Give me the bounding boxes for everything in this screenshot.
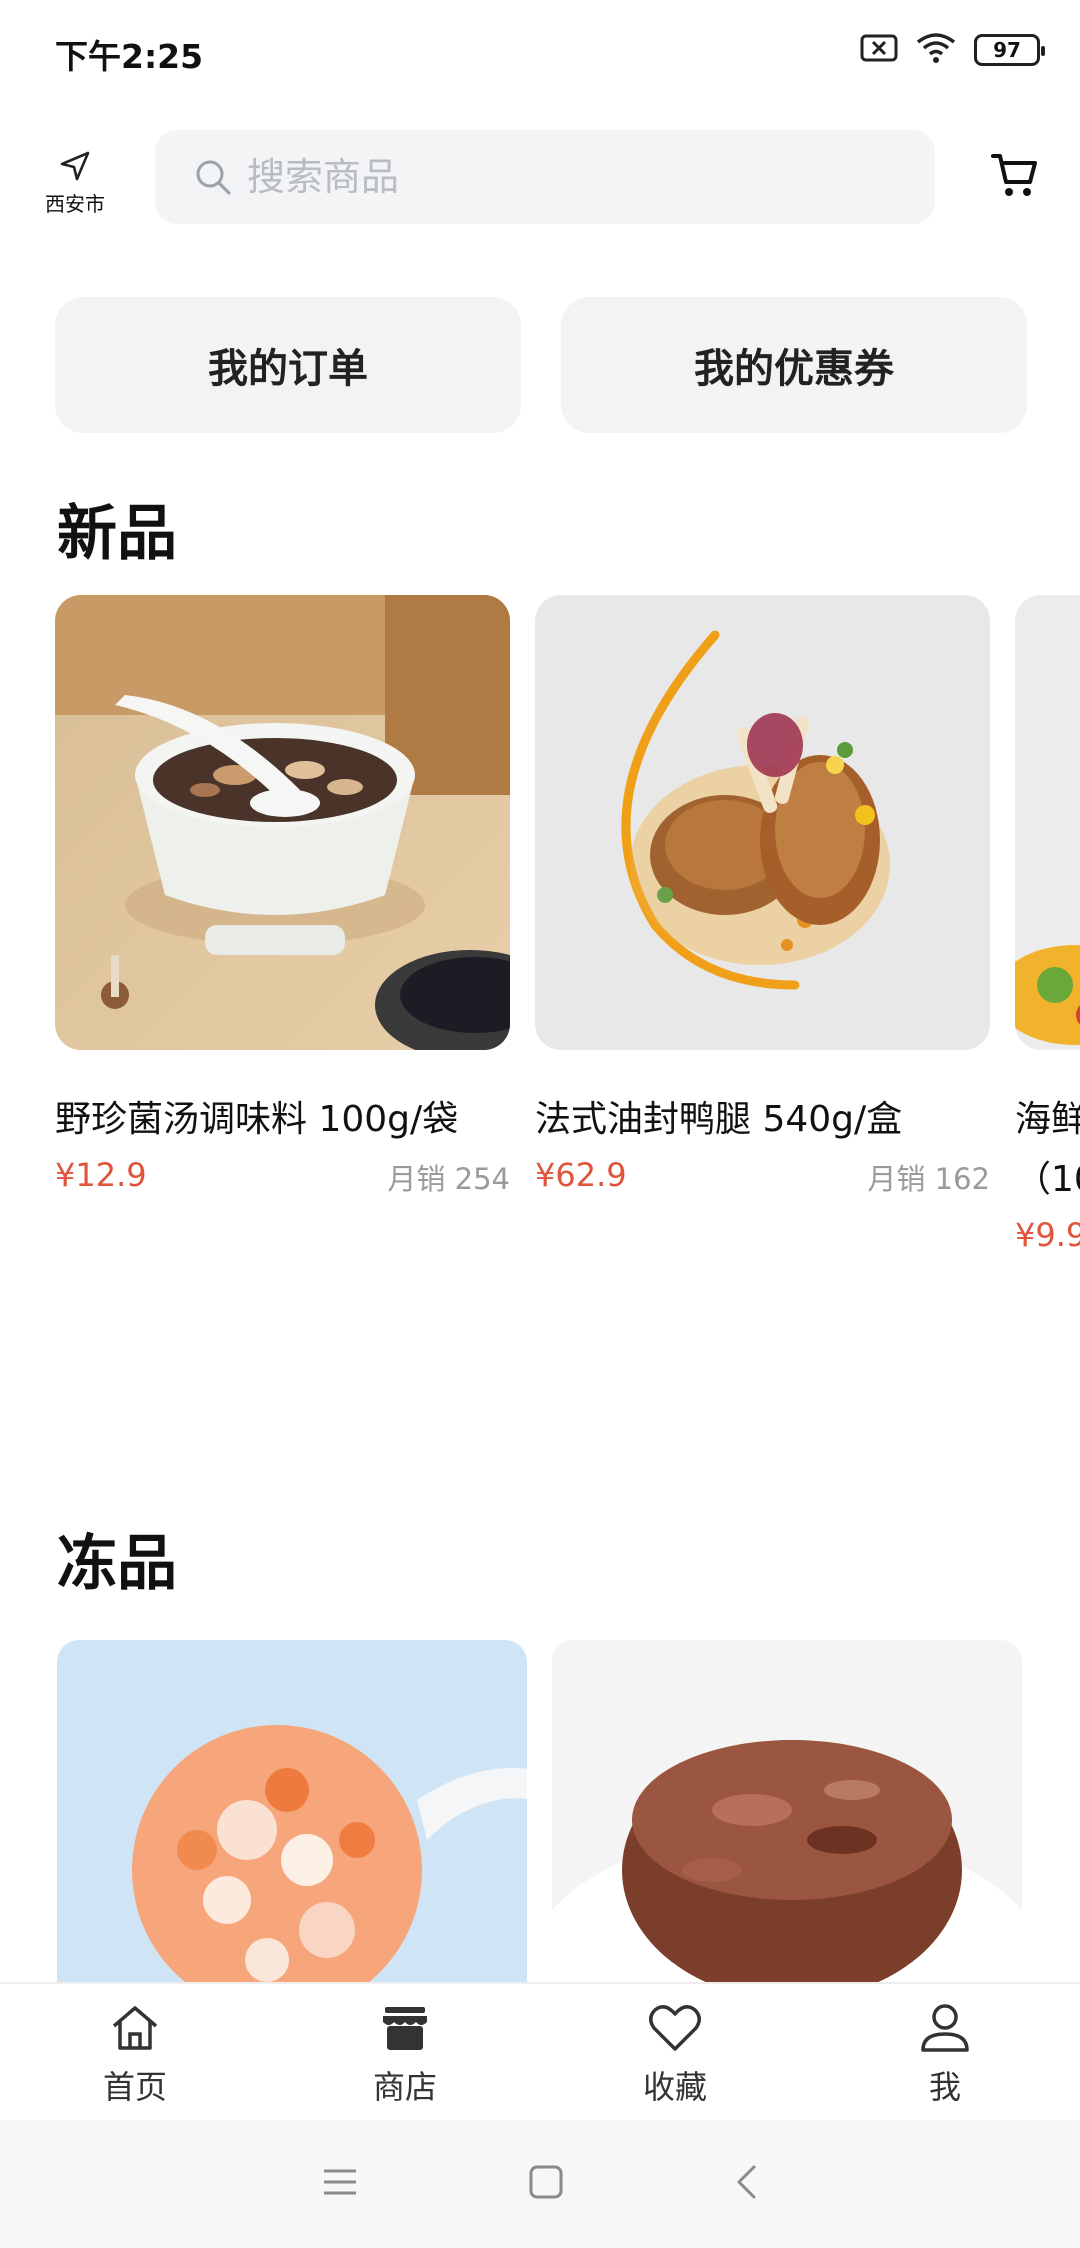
product-sales: 月销 254: [387, 1162, 510, 1196]
search-bar[interactable]: [155, 130, 935, 224]
menu-icon[interactable]: [322, 2166, 358, 2202]
product-card[interactable]: 法式油封鸭腿 540g/盒 ¥62.9 月销 162: [535, 595, 990, 1198]
tab-favorites[interactable]: 收藏: [540, 1984, 810, 2119]
product-image: [57, 1640, 527, 1985]
product-image: [552, 1640, 1022, 1985]
home-icon: [112, 2006, 158, 2050]
cart-button[interactable]: [990, 150, 1040, 204]
app-screen: 下午2:25 97 西安市 我的订单 我的优惠券 新品: [0, 0, 1080, 2248]
home-square-icon[interactable]: [528, 2164, 564, 2204]
status-icons: 97: [860, 32, 1045, 68]
product-meta: ¥9.9: [1015, 1216, 1080, 1254]
location-label: 西安市: [45, 192, 105, 216]
quick-actions: 我的订单 我的优惠券: [55, 297, 1027, 433]
tab-home[interactable]: 首页: [0, 1984, 270, 2119]
user-icon: [921, 2004, 969, 2052]
tab-shop-label: 商店: [372, 2068, 437, 2106]
product-sales: 月销 162: [867, 1162, 990, 1196]
tab-shop[interactable]: 商店: [270, 1984, 540, 2119]
header: 西安市: [0, 120, 1080, 230]
search-input[interactable]: [247, 155, 847, 199]
product-name-line2: （10: [1015, 1159, 1080, 1200]
frozen-product-card[interactable]: [57, 1640, 527, 1985]
product-meta: ¥12.9 月销 254: [55, 1156, 510, 1198]
frozen-product-card[interactable]: [552, 1640, 1022, 1985]
location-selector[interactable]: 西安市: [40, 150, 110, 217]
my-orders-button[interactable]: 我的订单: [55, 297, 521, 433]
product-name: 海鲜: [1015, 1099, 1080, 1140]
navigation-arrow-icon: [60, 151, 90, 181]
product-card[interactable]: 野珍菌汤调味料 100g/袋 ¥12.9 月销 254: [55, 595, 510, 1198]
product-card[interactable]: 海鲜 （10 ¥9.9: [1015, 595, 1080, 1254]
tab-me[interactable]: 我: [810, 1984, 1080, 2119]
status-bar: 下午2:25 97: [0, 0, 1080, 100]
tab-home-label: 首页: [102, 2068, 167, 2106]
wifi-icon: [916, 32, 956, 68]
shop-icon: [383, 2007, 427, 2050]
product-meta: ¥62.9 月销 162: [535, 1156, 990, 1198]
bottom-tab-bar: 首页 商店 收藏 我: [0, 1982, 1080, 2119]
search-icon: [196, 160, 231, 195]
battery-icon: 97: [974, 34, 1045, 66]
product-name: 野珍菌汤调味料 100g/袋: [55, 1099, 459, 1140]
section-title-frozen: 冻品: [57, 1529, 177, 1599]
my-coupons-button[interactable]: 我的优惠券: [561, 297, 1027, 433]
system-navigation-bar: [0, 2120, 1080, 2248]
tab-favorites-label: 收藏: [642, 2068, 707, 2106]
product-price: ¥12.9: [55, 1156, 147, 1194]
product-image: [1015, 595, 1080, 1050]
status-time: 下午2:25: [55, 37, 204, 76]
tab-me-label: 我: [928, 2068, 961, 2106]
cart-icon: [991, 154, 1037, 196]
heart-icon: [649, 2005, 701, 2051]
product-image: [535, 595, 990, 1050]
new-products-row[interactable]: 野珍菌汤调味料 100g/袋 ¥12.9 月销 254 法式油封鸭腿 540g/…: [55, 595, 1080, 1295]
product-price: ¥9.9: [1015, 1216, 1080, 1254]
frozen-products-row[interactable]: [57, 1640, 1080, 1985]
section-title-new: 新品: [57, 499, 177, 569]
product-name: 法式油封鸭腿 540g/盒: [535, 1099, 903, 1140]
product-price: ¥62.9: [535, 1156, 627, 1194]
back-icon[interactable]: [734, 2164, 758, 2204]
product-image: [55, 595, 510, 1050]
data-off-icon: [860, 33, 898, 67]
